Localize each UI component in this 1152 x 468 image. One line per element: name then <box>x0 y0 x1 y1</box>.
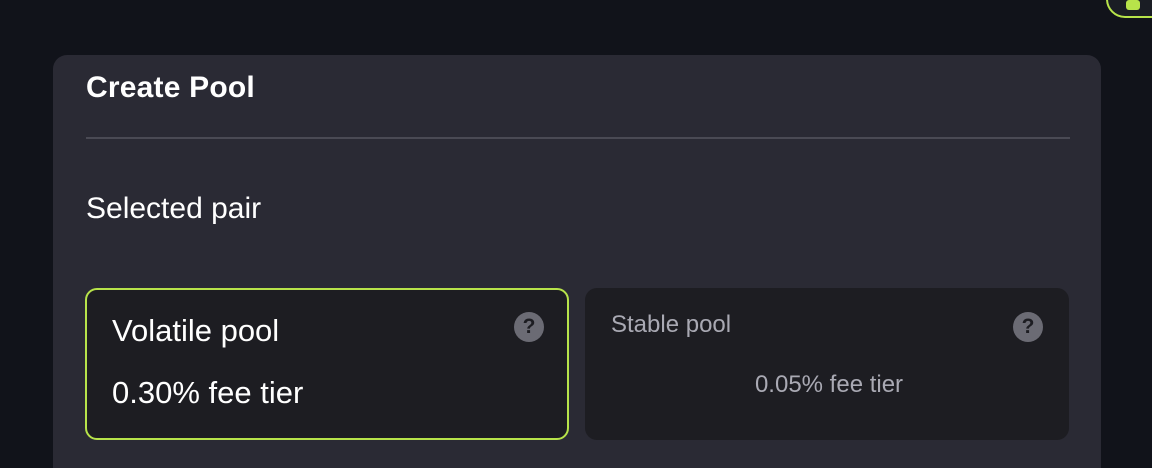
page-title: Create Pool <box>86 71 255 104</box>
volatile-pool-option[interactable]: Volatile pool ? 0.30% fee tier <box>85 288 569 440</box>
account-button[interactable] <box>1106 0 1152 18</box>
stable-pool-label: Stable pool <box>611 311 732 338</box>
question-circle-icon[interactable]: ? <box>514 312 544 342</box>
volatile-pool-label: Volatile pool <box>112 313 280 348</box>
divider <box>86 137 1070 139</box>
account-icon <box>1126 0 1140 10</box>
question-circle-icon[interactable]: ? <box>1013 312 1043 342</box>
stable-fee-tier: 0.05% fee tier <box>754 371 904 398</box>
create-pool-card: Create Pool Selected pair Volatile pool … <box>53 55 1101 468</box>
stable-pool-option[interactable]: Stable pool ? 0.05% fee tier <box>585 288 1069 440</box>
selected-pair-label: Selected pair <box>86 192 262 225</box>
page: Create Pool Selected pair Volatile pool … <box>0 0 1152 468</box>
volatile-fee-tier: 0.30% fee tier <box>112 375 304 410</box>
